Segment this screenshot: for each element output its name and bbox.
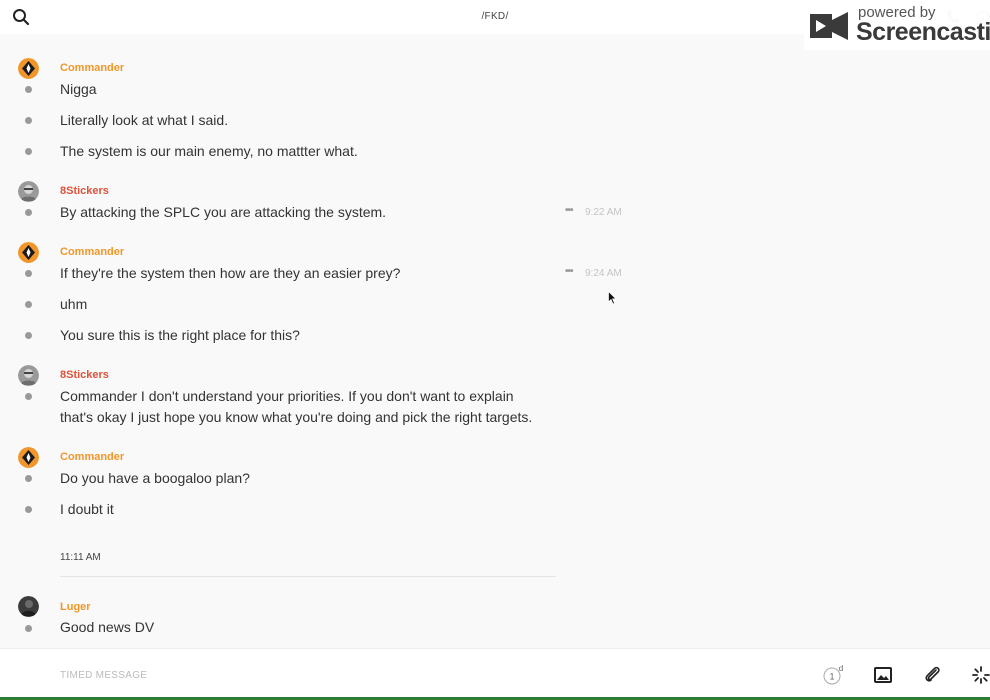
message-bullet [25,506,32,513]
timer-unit: d [839,664,843,673]
message-timestamp: 9:24 AM [585,268,622,279]
message-text: Do you have a boogaloo plan? [60,470,250,486]
timer-value: 1 [829,672,834,682]
composer-bar: 1 d [0,648,990,700]
avatar[interactable] [18,242,39,263]
attachment-icon[interactable] [921,664,943,686]
avatar[interactable] [18,58,39,79]
message-bullet [25,332,32,339]
message-text: Literally look at what I said. [60,112,229,128]
message-text: that's okay I just hope you know what yo… [60,409,533,425]
message-bullet [25,301,32,308]
message-text: You sure this is the right place for thi… [60,327,300,343]
timer-icon[interactable]: 1 d [822,664,844,686]
author-name[interactable]: Commander [60,62,124,74]
message-input[interactable] [60,665,760,685]
message-bullet [25,475,32,482]
message-text: Nigga [60,81,97,97]
message-bullet [25,393,32,400]
message-timestamp: 9:22 AM [585,207,622,218]
author-name[interactable]: 8Stickers [60,185,109,197]
message-bullet [25,117,32,124]
message-feed: Commander Nigga Literally look at what I… [0,34,990,648]
time-separator: 11:11 AM [60,552,101,563]
message-bullet [25,86,32,93]
avatar[interactable] [18,365,39,386]
message-bullet [25,148,32,155]
message-text: Commander I don't understand your priori… [60,388,514,404]
message-text: By attacking the SPLC you are attacking … [60,204,387,220]
author-name[interactable]: 8Stickers [60,369,109,381]
message-text: Good news DV [60,619,155,635]
more-options-icon[interactable]: ••• [565,205,573,216]
loading-spinner-icon[interactable] [970,664,990,686]
author-name[interactable]: Commander [60,246,124,258]
top-bar: /FKD/ powered by Screencastify [0,0,990,50]
message-bullet [25,270,32,277]
message-bullet [25,625,32,632]
divider [60,576,556,577]
more-options-icon[interactable]: ••• [565,266,573,277]
image-icon[interactable] [872,664,894,686]
message-text: uhm [60,296,88,312]
mouse-cursor-icon [608,291,617,305]
message-text: If they're the system then how are they … [60,265,401,281]
message-text: I doubt it [60,501,114,517]
message-bullet [25,209,32,216]
avatar[interactable] [18,181,39,202]
author-name[interactable]: Luger [60,601,91,613]
avatar[interactable] [18,447,39,468]
message-text: The system is our main enemy, no mattter… [60,143,358,159]
author-name[interactable]: Commander [60,451,124,463]
avatar[interactable] [18,596,39,617]
